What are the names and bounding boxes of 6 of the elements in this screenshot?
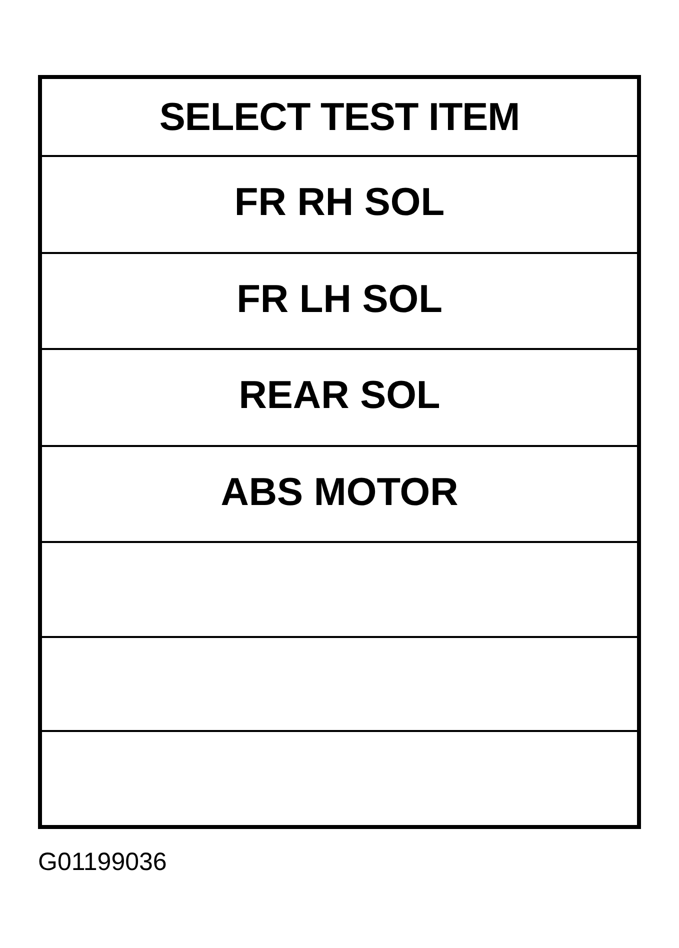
figure-id: G01199036	[38, 847, 167, 877]
test-item[interactable]: FR RH SOL	[42, 155, 637, 252]
test-item[interactable]: REAR SOL	[42, 348, 637, 445]
menu-title: SELECT TEST ITEM	[158, 95, 521, 141]
test-item[interactable]: ABS MOTOR	[42, 444, 637, 542]
test-item[interactable]: FR LH SOL	[42, 252, 637, 348]
